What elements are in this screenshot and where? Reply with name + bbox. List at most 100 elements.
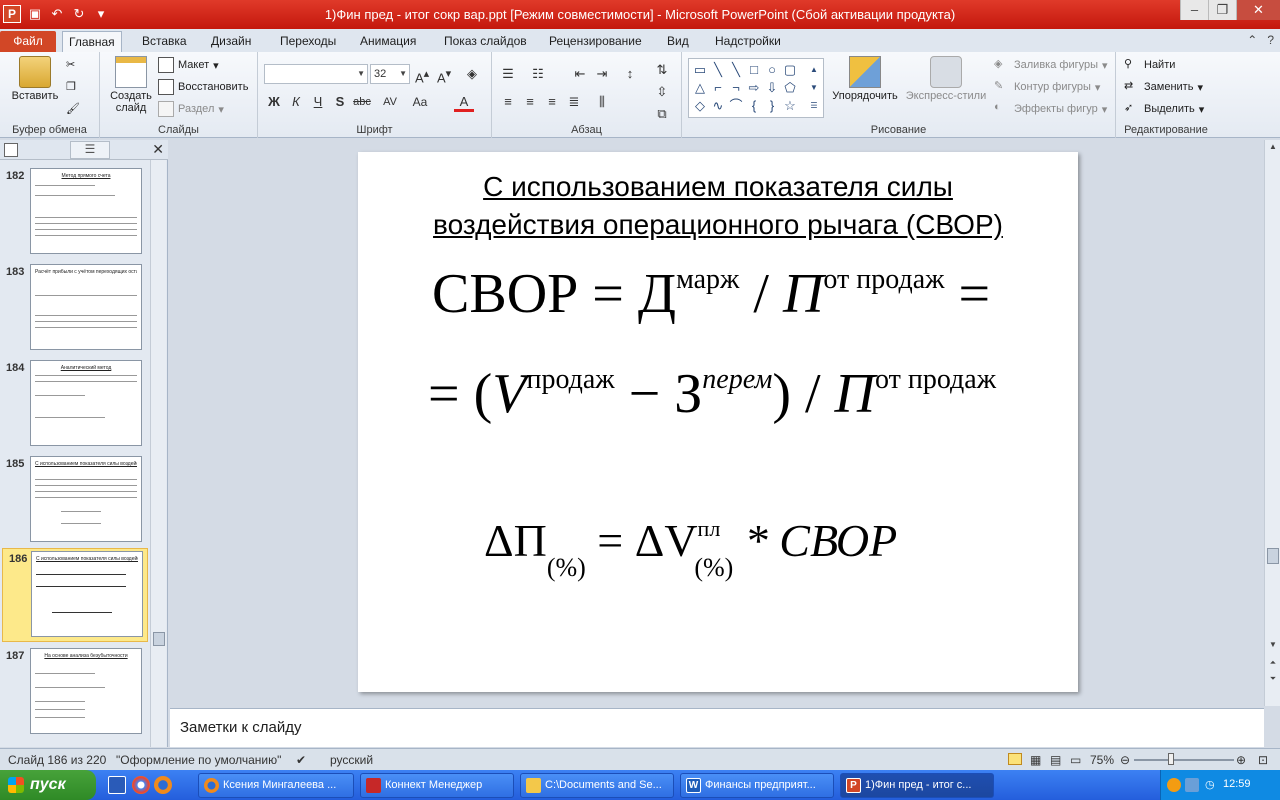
shape-fill-button[interactable]: ◈ Заливка фигуры ▾ (994, 57, 1108, 73)
brace-right-shape-icon[interactable]: } (763, 97, 781, 115)
italic-button[interactable]: К (286, 92, 306, 112)
font-name-combo[interactable]: ▼ (264, 64, 368, 84)
firefox-icon[interactable] (154, 776, 172, 794)
bullets-button[interactable]: ☰ (498, 64, 518, 84)
shape-outline-button[interactable]: ✎ Контур фигуры ▾ (994, 79, 1100, 95)
char-spacing-button[interactable]: AV (380, 92, 400, 112)
slide-thumbnail[interactable]: 187 На основе анализа безубыточности (0, 646, 150, 738)
decrease-indent-button[interactable]: ⇤ (570, 64, 590, 84)
layout-button[interactable]: Макет ▾ (158, 57, 219, 73)
curve-shape-icon[interactable]: ∿ (709, 97, 727, 115)
taskbar-item-word[interactable]: W Финансы предприят... (680, 773, 834, 798)
restore-button[interactable]: ❐ (1208, 0, 1236, 20)
close-pane-icon[interactable]: ✕ (152, 141, 164, 158)
quick-styles-button[interactable]: Экспресс-стили (904, 56, 988, 102)
shadow-button[interactable]: S (330, 92, 350, 112)
tab-review[interactable]: Рецензирование (543, 31, 648, 52)
shape-effects-button[interactable]: ◐ Эффекты фигур ▾ (994, 101, 1107, 117)
reset-button[interactable]: Восстановить (158, 79, 248, 95)
rectangle-shape-icon[interactable]: □ (745, 61, 763, 79)
slide-sorter-icon[interactable]: ▦ (1030, 753, 1041, 767)
tab-addins[interactable]: Надстройки (709, 31, 787, 52)
slide-canvas[interactable]: С использованием показателя силы воздейс… (358, 152, 1078, 692)
arrange-button[interactable]: Упорядочить (828, 56, 902, 102)
normal-view-icon[interactable] (1008, 753, 1022, 765)
show-desktop-icon[interactable] (108, 776, 126, 794)
justify-button[interactable]: ≣ (564, 92, 584, 112)
new-slide-button[interactable]: Создать слайд (106, 56, 156, 114)
cut-button[interactable]: ✂ (66, 58, 82, 74)
network-icon[interactable] (1185, 778, 1199, 792)
copy-button[interactable]: ❐ (66, 80, 82, 96)
align-right-button[interactable]: ≡ (542, 92, 562, 112)
diamond-shape-icon[interactable]: ◇ (691, 97, 709, 115)
previous-slide-icon[interactable]: ⏶ (1267, 658, 1279, 670)
smartart-button[interactable]: ⧉ (652, 104, 672, 124)
scroll-down-icon[interactable]: ▼ (1267, 640, 1279, 652)
zoom-slider[interactable] (1134, 759, 1234, 761)
zoom-slider-knob[interactable] (1168, 753, 1174, 765)
zoom-out-icon[interactable]: ⊖ (1120, 753, 1130, 767)
theme-name[interactable]: "Оформление по умолчанию" (116, 753, 281, 767)
gallery-more-icon[interactable]: ☰ (805, 97, 823, 115)
align-center-button[interactable]: ≡ (520, 92, 540, 112)
change-case-button[interactable]: Aa (410, 92, 430, 112)
select-button[interactable]: ➶ Выделить ▾ (1124, 101, 1204, 117)
arrow-down-shape-icon[interactable]: ⇩ (763, 79, 781, 97)
zoom-in-icon[interactable]: ⊕ (1236, 753, 1246, 767)
rounded-rect-shape-icon[interactable]: ▢ (781, 61, 799, 79)
paste-button[interactable]: Вставить (6, 56, 64, 102)
shapes-gallery[interactable]: ▭ ╲ ╲ □ ○ ▢ △ ⌐ ¬ ⇨ ⇩ ⬠ ◇ ∿ ⌒ { } ☆ ▲ ▼ … (688, 58, 824, 118)
slide-title[interactable]: С использованием показателя силы воздейс… (358, 168, 1078, 244)
tab-slideshow[interactable]: Показ слайдов (438, 31, 533, 52)
slideshow-view-icon[interactable]: ▭ (1070, 753, 1081, 767)
tab-insert[interactable]: Вставка (136, 31, 193, 52)
zoom-level[interactable]: 75% (1090, 753, 1114, 767)
chrome-icon[interactable] (132, 776, 150, 794)
slide-thumbnail[interactable]: 182 Метод прямого счета (0, 166, 150, 258)
align-text-button[interactable]: ⇳ (652, 82, 672, 102)
slide-scrollbar[interactable]: ▲ ▼ ⏶ ⏷ (1264, 140, 1280, 706)
clock-time[interactable]: 12:59 (1223, 778, 1251, 790)
arrow-right-shape-icon[interactable]: ⇨ (745, 79, 763, 97)
tray-app-icon[interactable] (1167, 778, 1181, 792)
grow-font-button[interactable]: A▴ (412, 64, 432, 85)
text-direction-button[interactable]: ⇅ (652, 60, 672, 80)
arc-shape-icon[interactable]: ⌒ (727, 97, 745, 115)
increase-indent-button[interactable]: ⇥ (592, 64, 612, 84)
font-size-combo[interactable]: 32 ▼ (370, 64, 410, 84)
start-button[interactable]: пуск (0, 770, 96, 800)
formula-svor[interactable]: СВОР = Дмарж / Пот продаж = (432, 262, 990, 326)
shrink-font-button[interactable]: A▾ (434, 64, 454, 85)
font-color-button[interactable]: A (454, 92, 474, 112)
tab-file[interactable]: Файл (0, 31, 56, 52)
gallery-up-icon[interactable]: ▲ (805, 61, 823, 79)
outline-tab-icon[interactable]: ☰ (70, 141, 110, 159)
scroll-thumb[interactable] (1267, 548, 1279, 564)
slide-thumbnail-selected[interactable]: 186 С использованием показателя силы воз… (2, 548, 148, 642)
connector-shape-icon[interactable]: ¬ (727, 79, 745, 97)
line-shape-icon[interactable]: ╲ (727, 61, 745, 79)
slide-thumbnail[interactable]: 183 Расчёт прибыли с учётом переходящих … (0, 262, 150, 354)
minimize-ribbon-icon[interactable]: ⌃ (1247, 33, 1257, 47)
flowchart-shape-icon[interactable]: ⬠ (781, 79, 799, 97)
connector-shape-icon[interactable]: ⌐ (709, 79, 727, 97)
underline-button[interactable]: Ч (308, 92, 328, 112)
notes-pane[interactable]: Заметки к слайду (170, 708, 1264, 747)
next-slide-icon[interactable]: ⏷ (1267, 674, 1279, 686)
bold-button[interactable]: Ж (264, 92, 284, 112)
reading-view-icon[interactable]: ▤ (1050, 753, 1061, 767)
fit-to-window-icon[interactable]: ⊡ (1258, 753, 1268, 767)
tab-home[interactable]: Главная (62, 31, 122, 52)
formula-svor-expanded[interactable]: = (Vпродаж − Зперем) / Пот продаж (428, 362, 996, 426)
oval-shape-icon[interactable]: ○ (763, 61, 781, 79)
scroll-up-icon[interactable]: ▲ (1267, 142, 1279, 154)
format-painter-button[interactable]: 🖌 (66, 102, 82, 118)
star-shape-icon[interactable]: ☆ (781, 97, 799, 115)
triangle-shape-icon[interactable]: △ (691, 79, 709, 97)
numbering-button[interactable]: ☷ (528, 64, 548, 84)
help-icon[interactable]: ? (1267, 33, 1274, 47)
columns-button[interactable]: ⫼ (592, 92, 612, 112)
language-indicator[interactable]: русский (330, 753, 373, 767)
gallery-down-icon[interactable]: ▼ (805, 79, 823, 97)
